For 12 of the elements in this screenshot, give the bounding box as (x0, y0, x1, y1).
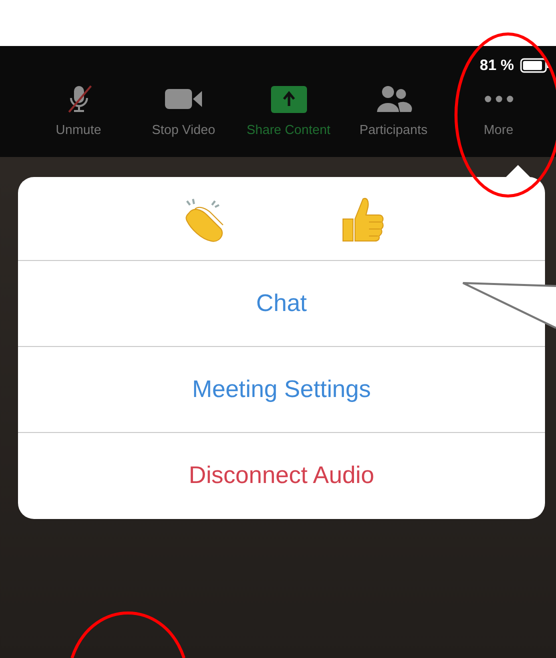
toolbar-button[interactable]: Participants (341, 82, 446, 137)
menu-item[interactable]: Meeting Settings (18, 347, 545, 433)
video-camera-icon (164, 87, 202, 111)
toolbar-button[interactable]: Unmute (26, 82, 131, 137)
battery-icon (520, 58, 550, 72)
battery-percentage: 81 % (480, 56, 514, 74)
people-icon (376, 85, 412, 113)
toolbar-button[interactable]: More (446, 82, 551, 137)
toolbar-button[interactable]: Share Content (236, 82, 341, 137)
toolbar-button[interactable]: Stop Video (131, 82, 236, 137)
menu-item[interactable]: Disconnect Audio (18, 433, 545, 519)
more-dots-icon (484, 95, 514, 103)
